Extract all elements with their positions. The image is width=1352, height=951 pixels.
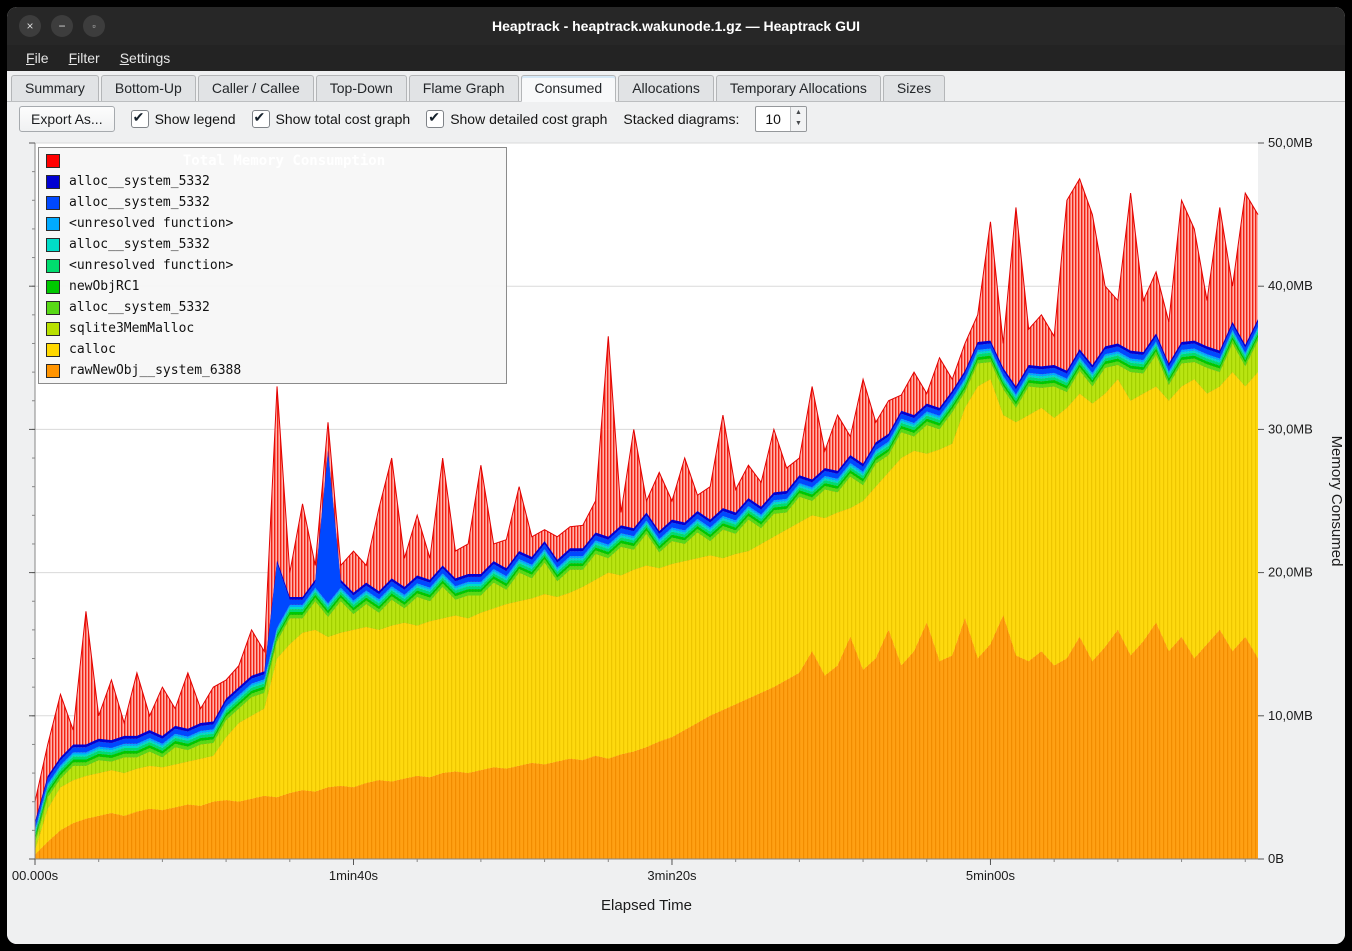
tab-allocations[interactable]: Allocations: [618, 75, 714, 101]
legend-row: alloc__system_5332: [39, 234, 506, 255]
legend-row: alloc__system_5332: [39, 171, 506, 192]
legend-row: sqlite3MemMalloc: [39, 318, 506, 339]
legend-swatch: [46, 259, 60, 273]
tab-bottom-up[interactable]: Bottom-Up: [101, 75, 196, 101]
menu-bar: File Filter Settings: [7, 45, 1345, 71]
x-axis-tick-label: 5min00s: [966, 868, 1016, 883]
legend-row: <unresolved function>: [39, 213, 506, 234]
legend-label: alloc__system_5332: [69, 174, 210, 189]
checkbox-label: Show detailed cost graph: [450, 111, 607, 127]
x-axis-title: Elapsed Time: [601, 897, 692, 914]
checkbox-icon[interactable]: [252, 110, 270, 128]
menu-file[interactable]: File: [17, 47, 58, 69]
close-icon[interactable]: ×: [19, 15, 41, 37]
spinbox-arrows: ▲ ▼: [790, 107, 806, 131]
tab-caller-callee[interactable]: Caller / Callee: [198, 75, 314, 101]
chart-legend: Total Memory Consumption alloc__system_53…: [38, 147, 507, 384]
y-axis-tick-label: 10,0MB: [1268, 708, 1313, 723]
spin-up-icon[interactable]: ▲: [791, 107, 806, 118]
spin-down-icon[interactable]: ▼: [791, 118, 806, 129]
legend-swatch: [46, 280, 60, 294]
tab-top-down[interactable]: Top-Down: [316, 75, 407, 101]
legend-label: <unresolved function>: [69, 216, 233, 231]
legend-swatch: [46, 322, 60, 336]
checkbox-icon[interactable]: [131, 110, 149, 128]
legend-row: calloc: [39, 339, 506, 360]
checkbox-label: Show total cost graph: [276, 111, 411, 127]
legend-label: rawNewObj__system_6388: [69, 363, 241, 378]
menu-settings[interactable]: Settings: [111, 47, 180, 69]
y-axis-tick-label: 30,0MB: [1268, 421, 1313, 436]
minimize-icon[interactable]: −: [51, 15, 73, 37]
legend-swatch: [46, 196, 60, 210]
legend-row: <unresolved function>: [39, 255, 506, 276]
show-detailed-cost-checkbox[interactable]: Show detailed cost graph: [426, 110, 607, 128]
legend-label: newObjRC1: [69, 279, 139, 294]
tab-flame-graph[interactable]: Flame Graph: [409, 75, 519, 101]
menu-filter[interactable]: Filter: [60, 47, 109, 69]
y-axis-tick-label: 20,0MB: [1268, 565, 1313, 580]
x-axis-tick-label: 1min40s: [329, 868, 379, 883]
export-as-button[interactable]: Export As...: [19, 106, 115, 132]
legend-label: alloc__system_5332: [69, 300, 210, 315]
legend-label: <unresolved function>: [69, 258, 233, 273]
memory-consumption-chart[interactable]: 0B 10,0MB 20,0MB 30,0MB 40,0MB 50,0MB 00.000s 1…: [7, 136, 1345, 944]
app-window: × − ▫ Heaptrack - heaptrack.wakunode.1.g…: [7, 7, 1345, 944]
legend-label: alloc__system_5332: [69, 237, 210, 252]
x-axis-tick-label: 00.000s: [12, 868, 59, 883]
legend-row: alloc__system_5332: [39, 192, 506, 213]
tab-summary[interactable]: Summary: [11, 75, 99, 101]
show-total-cost-checkbox[interactable]: Show total cost graph: [252, 110, 411, 128]
tab-bar: Summary Bottom-Up Caller / Callee Top-Do…: [7, 71, 1345, 102]
legend-swatch: [46, 364, 60, 378]
spinbox-value[interactable]: 10: [756, 107, 790, 131]
tab-sizes[interactable]: Sizes: [883, 75, 945, 101]
window-title: Heaptrack - heaptrack.wakunode.1.gz — He…: [7, 18, 1345, 34]
tab-consumed[interactable]: Consumed: [521, 75, 617, 102]
legend-row: newObjRC1: [39, 276, 506, 297]
legend-swatch: [46, 301, 60, 315]
tab-temporary-allocations[interactable]: Temporary Allocations: [716, 75, 881, 101]
y-axis-tick-label: 50,0MB: [1268, 136, 1313, 150]
legend-label: alloc__system_5332: [69, 195, 210, 210]
y-axis-tick-label: 0B: [1268, 851, 1284, 866]
stacked-diagrams-spinbox[interactable]: 10 ▲ ▼: [755, 106, 807, 132]
legend-swatch: [46, 238, 60, 252]
legend-label: Total Memory Consumption: [69, 153, 499, 169]
x-axis-tick-label: 3min20s: [647, 868, 697, 883]
y-axis-tick-label: 40,0MB: [1268, 278, 1313, 293]
title-bar: × − ▫ Heaptrack - heaptrack.wakunode.1.g…: [7, 7, 1345, 45]
window-controls: × − ▫: [19, 7, 105, 45]
stacked-diagrams-label: Stacked diagrams:: [623, 111, 739, 127]
maximize-icon[interactable]: ▫: [83, 15, 105, 37]
checkbox-icon[interactable]: [426, 110, 444, 128]
show-legend-checkbox[interactable]: Show legend: [131, 110, 236, 128]
toolbar: Export As... Show legend Show total cost…: [7, 102, 1345, 136]
legend-swatch: [46, 217, 60, 231]
legend-label: calloc: [69, 342, 116, 357]
legend-label: sqlite3MemMalloc: [69, 321, 194, 336]
legend-row: alloc__system_5332: [39, 297, 506, 318]
legend-title-row: Total Memory Consumption: [39, 150, 506, 171]
legend-swatch: [46, 175, 60, 189]
checkbox-label: Show legend: [155, 111, 236, 127]
legend-swatch: [46, 343, 60, 357]
y-axis-title: Memory Consumed: [1328, 436, 1345, 567]
legend-row: rawNewObj__system_6388: [39, 360, 506, 381]
legend-swatch: [46, 154, 60, 168]
